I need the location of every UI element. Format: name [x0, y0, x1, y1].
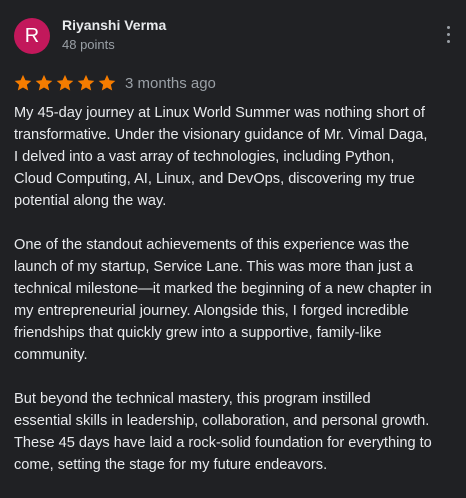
more-vert-icon[interactable] [444, 24, 454, 46]
star-rating [13, 73, 117, 93]
star-icon [77, 74, 95, 91]
rating-row: 3 months ago [13, 71, 216, 95]
star-icon [56, 74, 74, 91]
reviewer-points: 48 points [62, 37, 115, 52]
star-icon [35, 74, 53, 91]
star-icon [98, 74, 116, 91]
star-icon [14, 74, 32, 91]
review-paragraph: One of the standout achievements of this… [14, 237, 432, 363]
avatar[interactable]: R [14, 18, 50, 54]
review-header: R Riyanshi Verma 48 points [14, 16, 454, 56]
review-text: My 45-day journey at Linux World Summer … [14, 102, 454, 498]
review-date: 3 months ago [125, 74, 216, 92]
reviewer-name[interactable]: Riyanshi Verma [62, 17, 166, 33]
review-card: R Riyanshi Verma 48 points 3 months ago … [0, 0, 466, 484]
review-paragraph: But beyond the technical mastery, this p… [14, 391, 432, 473]
review-paragraph: My 45-day journey at Linux World Summer … [14, 105, 428, 209]
